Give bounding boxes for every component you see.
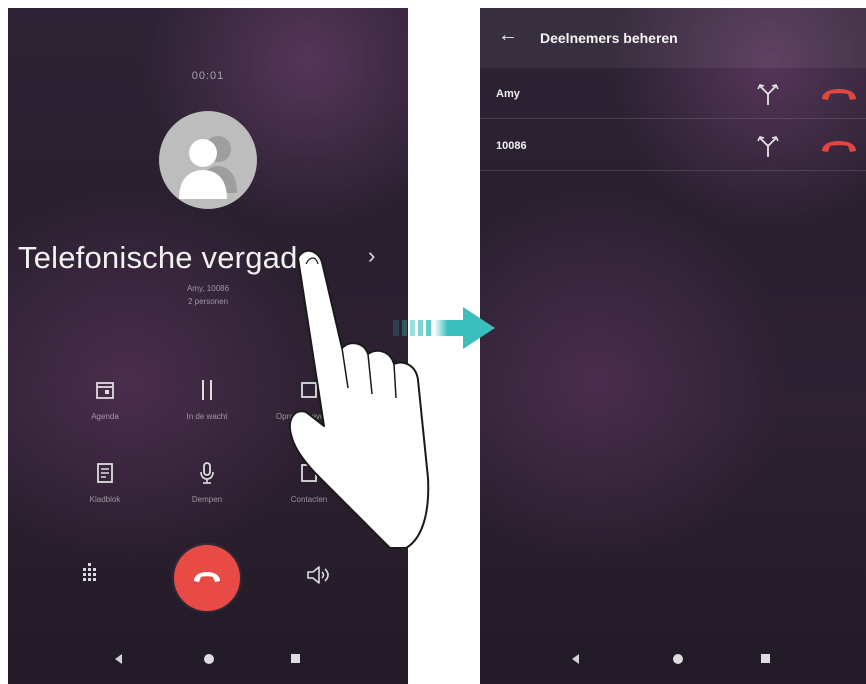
hangup-participant-icon[interactable] bbox=[820, 88, 858, 102]
manage-participants-screen: ← Deelnemers beheren Amy 10086 bbox=[480, 8, 866, 684]
notes-icon bbox=[60, 461, 150, 485]
dialpad-icon[interactable] bbox=[78, 561, 102, 585]
agenda-button[interactable]: Agenda bbox=[60, 378, 150, 421]
app-bar: ← Deelnemers beheren bbox=[480, 8, 866, 68]
split-call-icon[interactable] bbox=[756, 82, 780, 106]
call-timer: 00:01 bbox=[191, 70, 225, 82]
notes-button[interactable]: Kladblok bbox=[60, 461, 150, 504]
agenda-label: Agenda bbox=[91, 412, 119, 421]
participant-name: 10086 bbox=[496, 140, 527, 152]
back-icon[interactable] bbox=[572, 654, 579, 664]
back-arrow-icon[interactable]: ← bbox=[498, 24, 518, 47]
mute-button[interactable]: Dempen bbox=[162, 461, 252, 504]
end-call-button[interactable] bbox=[174, 545, 240, 611]
page-title: Deelnemers beheren bbox=[540, 30, 678, 46]
recent-apps-icon[interactable] bbox=[761, 654, 770, 663]
back-icon[interactable] bbox=[115, 654, 122, 664]
hangup-participant-icon[interactable] bbox=[820, 140, 858, 154]
home-icon[interactable] bbox=[204, 654, 214, 664]
participant-row[interactable]: Amy bbox=[480, 66, 866, 119]
mute-label: Dempen bbox=[191, 495, 223, 504]
recent-apps-icon[interactable] bbox=[291, 654, 300, 663]
navigation-bar bbox=[8, 638, 408, 684]
hold-button[interactable]: In de wacht bbox=[162, 378, 252, 421]
hold-label: In de wacht bbox=[186, 412, 228, 421]
participant-name: Amy bbox=[496, 88, 520, 100]
navigation-bar bbox=[480, 638, 866, 684]
participant-row[interactable]: 10086 bbox=[480, 118, 866, 171]
split-call-icon[interactable] bbox=[756, 134, 780, 158]
pause-icon bbox=[162, 378, 252, 402]
pointing-hand-icon bbox=[288, 249, 430, 549]
home-icon[interactable] bbox=[673, 654, 683, 664]
microphone-icon bbox=[162, 461, 252, 485]
conference-title[interactable]: Telefonische vergad... bbox=[18, 240, 324, 276]
end-call-icon bbox=[194, 572, 220, 582]
speaker-icon[interactable] bbox=[306, 564, 332, 586]
notes-label: Kladblok bbox=[89, 495, 121, 504]
group-avatar-icon bbox=[159, 111, 257, 209]
calendar-icon bbox=[60, 378, 150, 402]
